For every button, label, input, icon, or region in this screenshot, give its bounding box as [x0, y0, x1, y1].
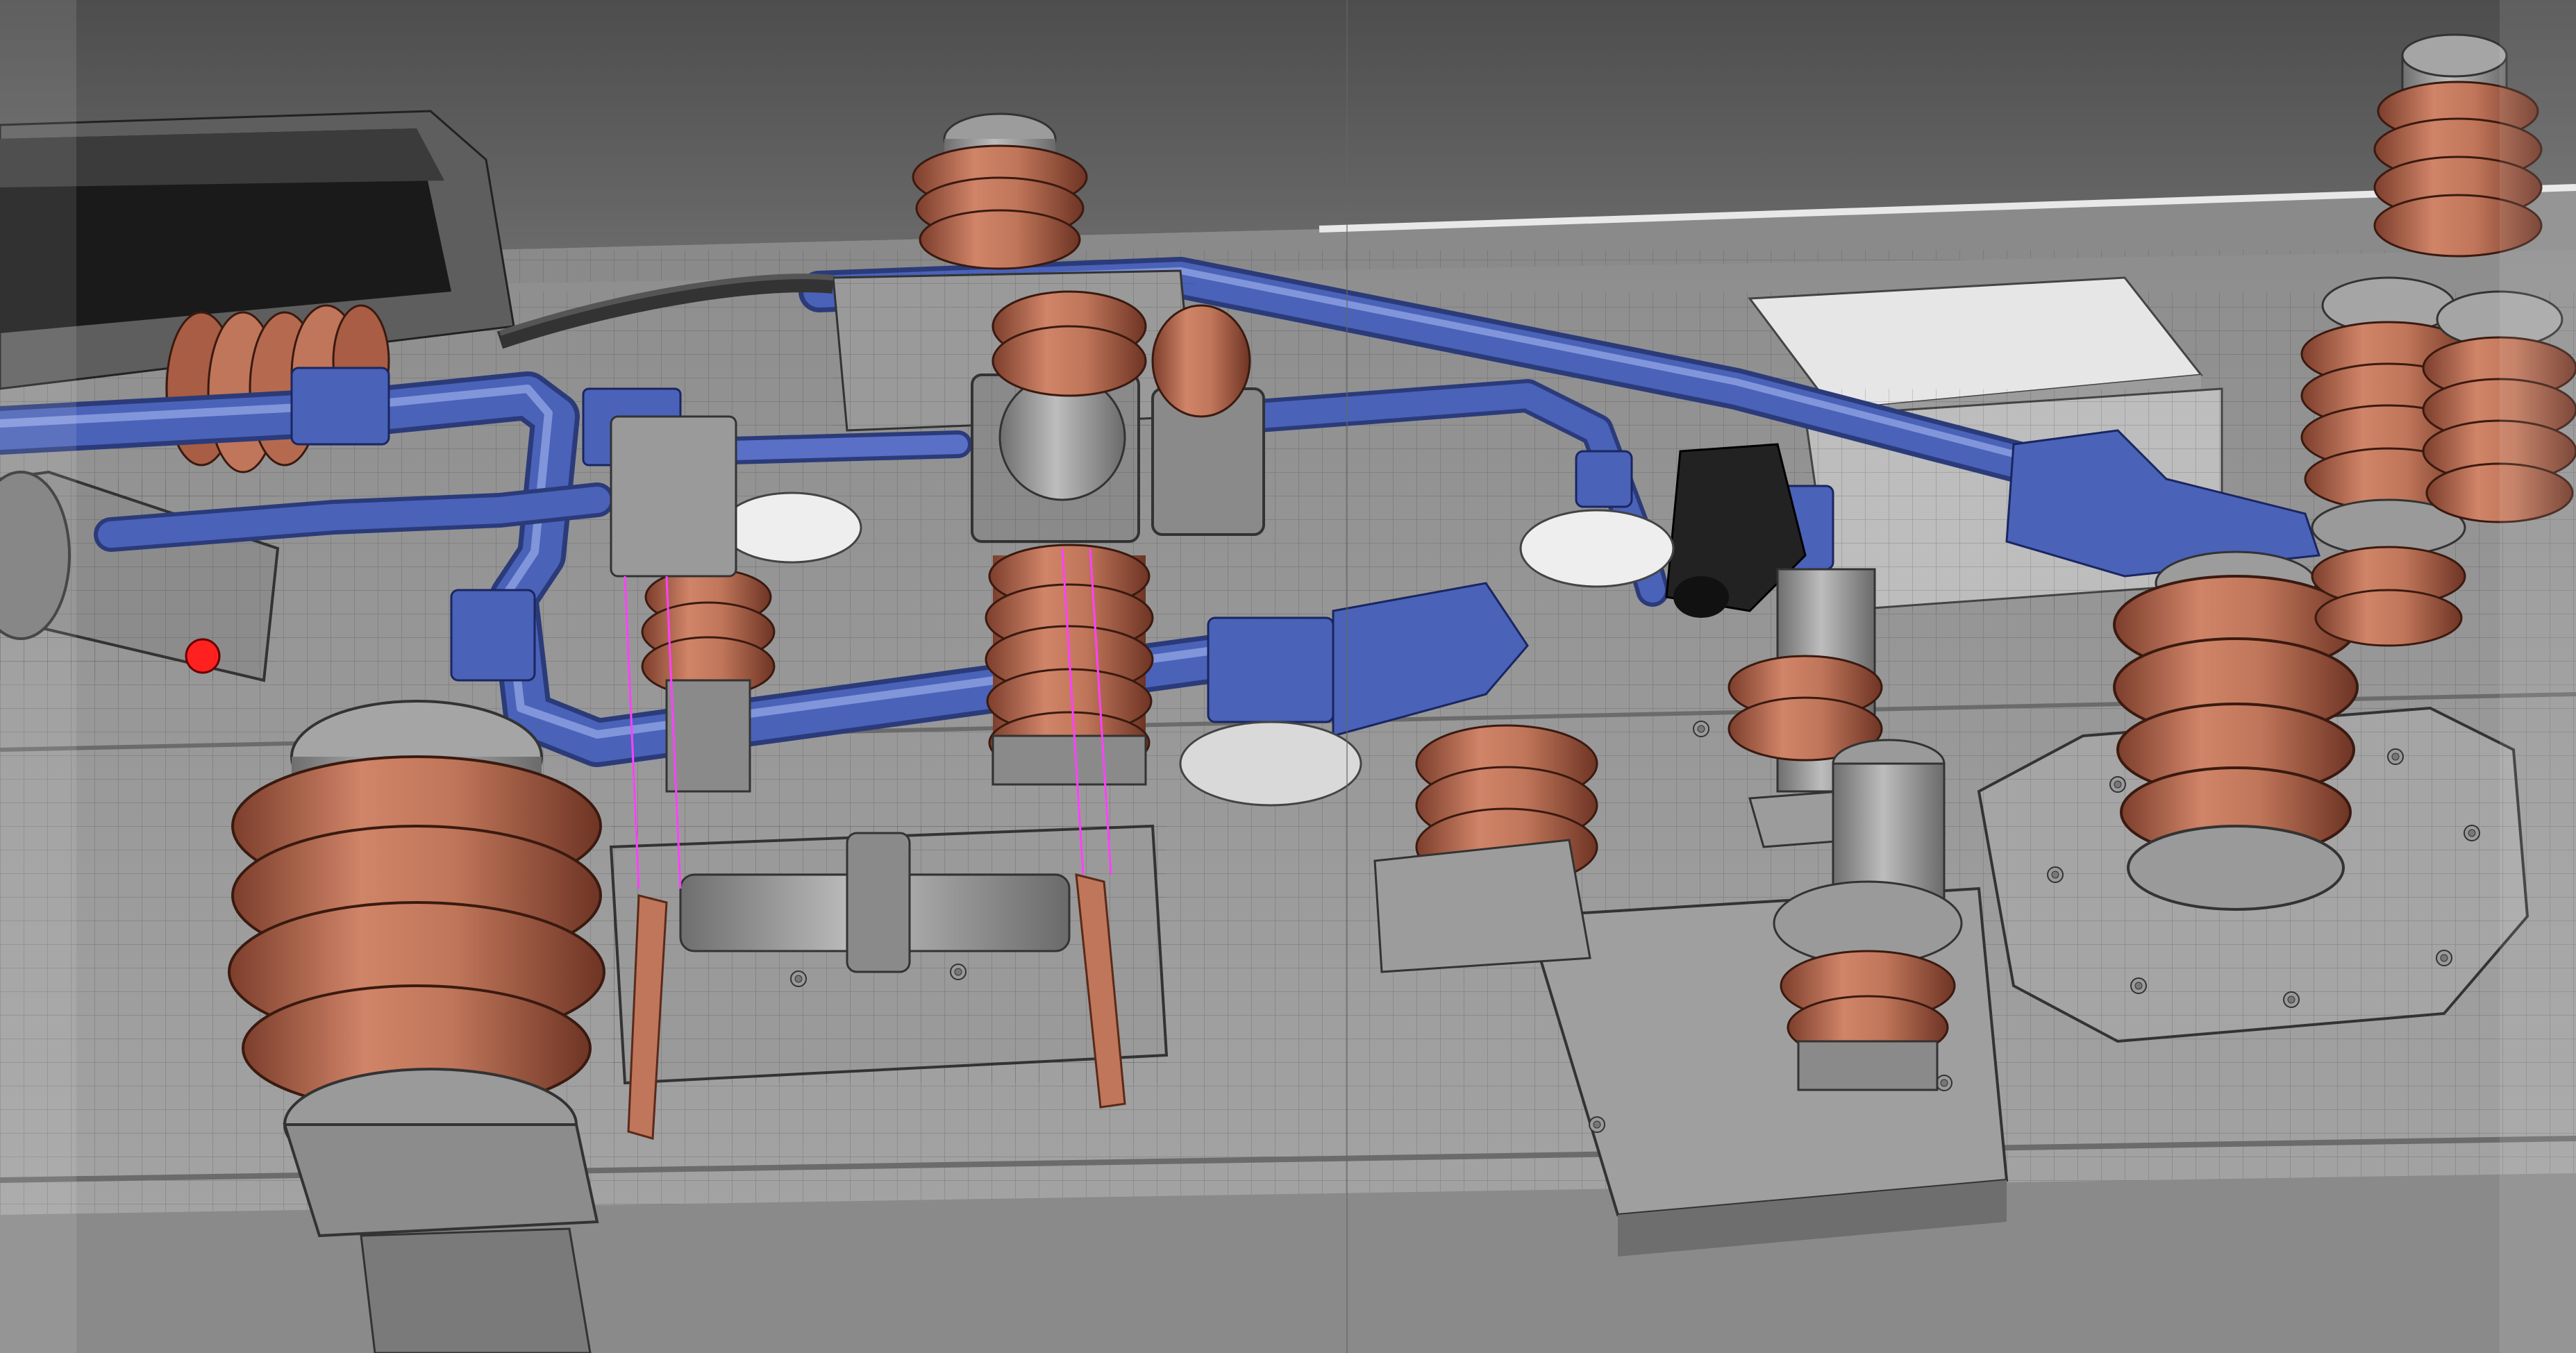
red-indicator-lamp [185, 638, 221, 674]
locomotive-roof-equipment-render [0, 0, 2576, 1353]
3d-viewport[interactable] [0, 0, 2576, 1353]
